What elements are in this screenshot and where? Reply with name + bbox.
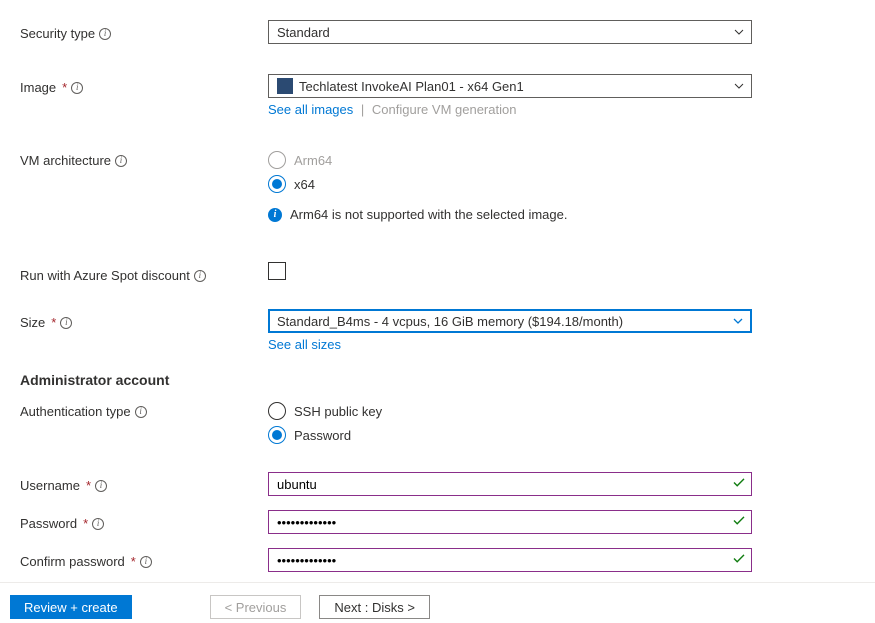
info-icon[interactable]: i: [95, 480, 107, 492]
confirm-password-label: Confirm password: [20, 554, 125, 569]
info-icon[interactable]: i: [92, 518, 104, 530]
auth-type-radio-group: SSH public key Password: [268, 398, 752, 444]
vm-architecture-label: VM architecture: [20, 153, 111, 168]
separator: |: [361, 102, 364, 117]
previous-button: < Previous: [210, 595, 302, 619]
admin-section-heading: Administrator account: [20, 372, 855, 388]
username-input[interactable]: [268, 472, 752, 496]
username-label: Username: [20, 478, 80, 493]
info-icon[interactable]: i: [71, 82, 83, 94]
next-button[interactable]: Next : Disks >: [319, 595, 430, 619]
required-indicator: *: [83, 516, 88, 531]
size-value: Standard_B4ms - 4 vcpus, 16 GiB memory (…: [277, 314, 623, 329]
security-type-label: Security type: [20, 26, 95, 41]
auth-password-radio[interactable]: Password: [268, 426, 752, 444]
spot-label: Run with Azure Spot discount: [20, 268, 190, 283]
required-indicator: *: [86, 478, 91, 493]
spot-checkbox[interactable]: [268, 262, 286, 280]
arch-arm64-label: Arm64: [294, 153, 332, 168]
info-icon[interactable]: i: [115, 155, 127, 167]
security-type-value: Standard: [277, 25, 330, 40]
wizard-footer: Review + create < Previous Next : Disks …: [0, 582, 875, 623]
arch-x64-radio[interactable]: x64: [268, 175, 752, 193]
chevron-down-icon: [733, 26, 745, 38]
auth-type-label: Authentication type: [20, 404, 131, 419]
arch-x64-label: x64: [294, 177, 315, 192]
info-icon[interactable]: i: [140, 556, 152, 568]
confirm-password-input[interactable]: [268, 548, 752, 572]
chevron-down-icon: [733, 80, 745, 92]
image-thumbnail: [277, 78, 293, 94]
review-create-button[interactable]: Review + create: [10, 595, 132, 619]
auth-password-label: Password: [294, 428, 351, 443]
size-label: Size: [20, 315, 45, 330]
configure-vm-generation-link: Configure VM generation: [372, 102, 517, 117]
auth-ssh-label: SSH public key: [294, 404, 382, 419]
chevron-down-icon: [732, 315, 744, 327]
info-icon[interactable]: i: [135, 406, 147, 418]
info-icon[interactable]: i: [99, 28, 111, 40]
security-type-dropdown[interactable]: Standard: [268, 20, 752, 44]
info-filled-icon: i: [268, 208, 282, 222]
arch-warning-text: Arm64 is not supported with the selected…: [290, 207, 567, 222]
image-dropdown[interactable]: Techlatest InvokeAI Plan01 - x64 Gen1: [268, 74, 752, 98]
see-all-images-link[interactable]: See all images: [268, 102, 353, 117]
required-indicator: *: [51, 315, 56, 330]
see-all-sizes-link[interactable]: See all sizes: [268, 337, 341, 352]
info-icon[interactable]: i: [60, 317, 72, 329]
password-label: Password: [20, 516, 77, 531]
required-indicator: *: [62, 80, 67, 95]
arch-arm64-radio: Arm64: [268, 151, 752, 169]
size-dropdown[interactable]: Standard_B4ms - 4 vcpus, 16 GiB memory (…: [268, 309, 752, 333]
password-input[interactable]: [268, 510, 752, 534]
required-indicator: *: [131, 554, 136, 569]
auth-ssh-radio[interactable]: SSH public key: [268, 402, 752, 420]
info-icon[interactable]: i: [194, 270, 206, 282]
image-value: Techlatest InvokeAI Plan01 - x64 Gen1: [299, 79, 524, 94]
vm-architecture-radio-group: Arm64 x64: [268, 147, 752, 193]
image-label: Image: [20, 80, 56, 95]
